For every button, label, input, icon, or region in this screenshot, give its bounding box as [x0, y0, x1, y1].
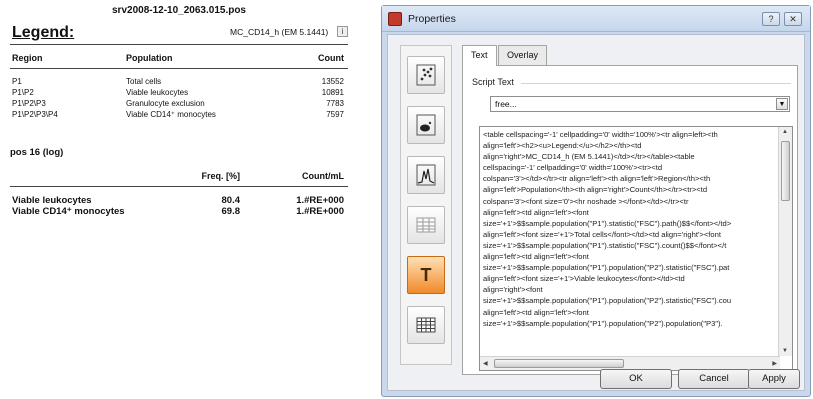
ok-button[interactable]: OK [600, 369, 672, 389]
scroll-right-icon[interactable]: ▶ [772, 360, 777, 367]
tab-overlay[interactable]: Overlay [498, 45, 548, 65]
horizontal-scrollbar[interactable]: ◀ ▶ [480, 356, 780, 370]
app-icon [388, 12, 402, 26]
cancel-button[interactable]: Cancel [678, 369, 750, 389]
script-select-value: free... [495, 99, 517, 109]
statistics-title: pos 16 (log) [10, 147, 64, 158]
report-preview: srv2008-12-10_2063.015.pos Legend: MC_CD… [0, 0, 360, 399]
column-header-population: Population [126, 53, 173, 63]
histogram-tool[interactable] [407, 156, 445, 194]
dialog-title: Properties [408, 13, 456, 25]
statistics-divider [10, 186, 348, 187]
dialog-titlebar[interactable]: Properties ? ✕ [382, 6, 810, 32]
table-row-population: Granulocyte exclusion [126, 99, 205, 108]
apply-button[interactable]: Apply [748, 369, 800, 389]
legend-title: Legend: [12, 24, 75, 41]
text-icon: T [420, 265, 432, 285]
table-row-region: P1 [12, 77, 22, 86]
header-divider [10, 68, 348, 69]
vertical-scrollbar[interactable]: ▲ ▼ [778, 127, 792, 356]
scatter-plot-icon [416, 64, 436, 86]
vertical-scroll-thumb[interactable] [781, 141, 790, 201]
table-row-count: 13552 [321, 77, 344, 86]
grid-table-icon [416, 317, 436, 333]
table-row-population: Viable CD14⁺ monocytes [126, 110, 216, 119]
stat-row-count-ml: 1.#RE+000 [296, 195, 344, 206]
horizontal-scroll-thumb[interactable] [494, 359, 624, 368]
table-row-count: 7597 [326, 110, 344, 119]
table-row-population: Viable leukocytes [126, 88, 189, 97]
close-button[interactable]: ✕ [784, 12, 802, 26]
text-tool[interactable]: T [407, 256, 445, 294]
scroll-left-icon[interactable]: ◀ [483, 360, 488, 367]
stat-row-name: Viable leukocytes [12, 195, 92, 206]
table-row-population: Total cells [126, 77, 162, 86]
chevron-down-icon[interactable]: ▼ [776, 98, 788, 110]
tab-text[interactable]: Text [462, 45, 497, 66]
sample-name: MC_CD14_h (EM 5.1441) [230, 27, 329, 37]
script-text-label: Script Text [472, 77, 518, 87]
script-text-content[interactable]: <table cellspacing='-1' cellpadding='0' … [483, 129, 771, 351]
stat-row-freq: 69.8 [221, 206, 241, 217]
text-tab-body: Script Text free... ▼ <table cellspacing… [462, 65, 798, 375]
dot-plot-tool[interactable] [407, 106, 445, 144]
script-text-editor[interactable]: <table cellspacing='-1' cellpadding='0' … [479, 126, 793, 371]
dot-plot-icon [416, 114, 436, 136]
stat-row-count-ml: 1.#RE+000 [296, 206, 344, 217]
column-header-region: Region [12, 53, 43, 63]
dialog-client-area: T Text Overlay Script Text free... ▼ <ta… [387, 34, 805, 391]
histogram-icon [416, 164, 436, 186]
group-divider [521, 83, 791, 84]
scatter-plot-tool[interactable] [407, 56, 445, 94]
properties-dialog: Properties ? ✕ T Text Overlay Script Tex… [381, 5, 811, 397]
table-row-region: P1\P2 [12, 88, 34, 97]
column-header-count-ml: Count/mL [302, 171, 344, 181]
table-row-count: 7783 [326, 99, 344, 108]
stat-row-freq: 80.4 [221, 195, 241, 206]
tool-sidebar: T [400, 45, 452, 365]
table-row-count: 10891 [321, 88, 344, 97]
grid-table-tool[interactable] [407, 306, 445, 344]
report-file-name: srv2008-12-10_2063.015.pos [112, 5, 246, 16]
help-button[interactable]: ? [762, 12, 780, 26]
column-header-count: Count [318, 53, 344, 63]
stat-row-name: Viable CD14⁺ monocytes [12, 206, 125, 217]
info-icon[interactable]: i [337, 26, 348, 37]
scroll-up-icon[interactable]: ▲ [782, 129, 788, 135]
scroll-down-icon[interactable]: ▼ [782, 348, 788, 354]
legend-divider [10, 44, 348, 45]
script-select[interactable]: free... ▼ [490, 96, 790, 112]
properties-tabs: Text Overlay Script Text free... ▼ <tabl… [462, 45, 798, 375]
table-row-region: P1\P2\P3\P4 [12, 110, 58, 119]
statistics-table-icon [416, 217, 436, 233]
statistics-table-tool[interactable] [407, 206, 445, 244]
column-header-freq: Freq. [%] [201, 171, 240, 181]
table-row-region: P1\P2\P3 [12, 99, 46, 108]
